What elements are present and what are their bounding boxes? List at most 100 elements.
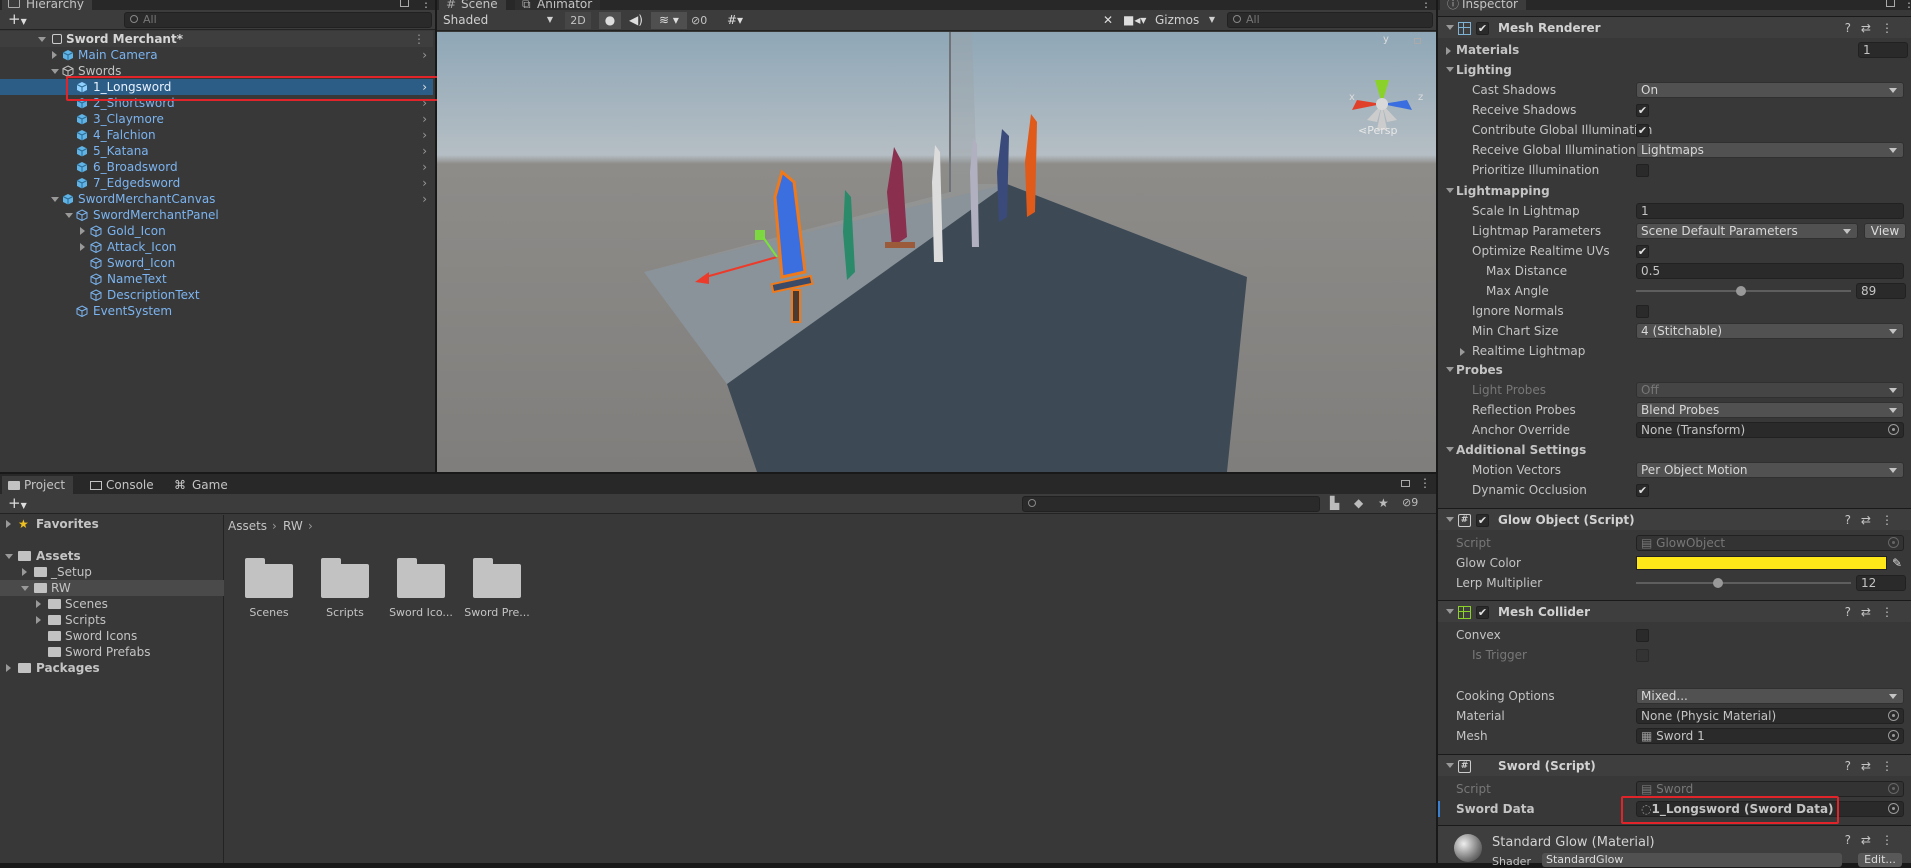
- tools-icon[interactable]: ✕: [1097, 12, 1119, 29]
- expand-arrow-icon[interactable]: [21, 586, 29, 591]
- persp-toggle[interactable]: ⋖Persp: [1358, 124, 1397, 137]
- collapse-arrow-icon[interactable]: [1446, 517, 1454, 522]
- component-header-icons[interactable]: ?⇄⋮: [1845, 17, 1903, 39]
- cooking-options-dropdown[interactable]: Mixed...: [1636, 688, 1904, 704]
- materials-count-field[interactable]: 1: [1858, 42, 1908, 58]
- hierarchy-item-6-broadsword[interactable]: 6_Broadsword ›: [0, 159, 433, 175]
- scale-lightmap-field[interactable]: 1: [1636, 203, 1904, 219]
- panel-menu-icon[interactable]: ⋮: [1419, 477, 1431, 490]
- tree-favorites[interactable]: ★ Favorites: [0, 516, 224, 532]
- prioritize-checkbox[interactable]: [1636, 164, 1649, 177]
- slider-knob[interactable]: [1712, 578, 1723, 588]
- panel-menu-icon[interactable]: ⋮: [420, 0, 432, 10]
- cast-shadows-dropdown[interactable]: On: [1636, 82, 1904, 98]
- tree-scripts[interactable]: Scripts: [0, 612, 224, 628]
- folder-item-sword-prefabs[interactable]: Sword Pre...: [458, 554, 536, 626]
- lerp-field[interactable]: 12: [1856, 575, 1906, 591]
- object-picker-icon[interactable]: [1888, 803, 1899, 814]
- tree-scenes[interactable]: Scenes: [0, 596, 224, 612]
- hierarchy-item-canvas[interactable]: SwordMerchantCanvas ›: [0, 191, 433, 207]
- breadcrumb-assets[interactable]: Assets: [228, 516, 267, 536]
- expand-arrow-icon[interactable]: [1460, 348, 1465, 356]
- expand-arrow-icon[interactable]: [38, 37, 46, 42]
- additional-settings-section[interactable]: Additional Settings: [1438, 440, 1911, 460]
- effects-toggle-icon[interactable]: ≋ ▾: [651, 12, 687, 29]
- search-by-label-icon[interactable]: ◆: [1354, 496, 1363, 510]
- lighting-section[interactable]: Lighting: [1438, 60, 1911, 80]
- search-by-type-icon[interactable]: ▙: [1330, 496, 1339, 510]
- collapse-arrow-icon[interactable]: [1446, 188, 1454, 193]
- component-enabled-checkbox[interactable]: ✔: [1476, 514, 1489, 527]
- collapse-arrow-icon[interactable]: [1446, 67, 1454, 72]
- hierarchy-item-sword-icon[interactable]: Sword_Icon: [0, 255, 433, 271]
- folder-item-scenes[interactable]: Scenes: [230, 554, 308, 626]
- chevron-right-icon[interactable]: ›: [422, 127, 427, 143]
- grid-toggle-icon[interactable]: #▾: [727, 12, 757, 29]
- hierarchy-item-4-falchion[interactable]: 4_Falchion ›: [0, 127, 433, 143]
- materials-row[interactable]: Materials 1: [1438, 40, 1911, 60]
- shader-dropdown[interactable]: StandardGlow: [1542, 853, 1842, 867]
- scene-viewport[interactable]: y x z ⋖Persp: [437, 32, 1436, 472]
- audio-toggle-icon[interactable]: ◀): [625, 12, 647, 29]
- view-button[interactable]: View: [1864, 223, 1906, 239]
- expand-arrow-icon[interactable]: [5, 554, 13, 559]
- mesh-collider-header[interactable]: ✔ Mesh Collider ?⇄⋮: [1438, 600, 1911, 622]
- add-object-button[interactable]: +▼: [8, 11, 27, 30]
- hierarchy-item-eventsystem[interactable]: EventSystem: [0, 303, 433, 319]
- visibility-toggle[interactable]: ⊘0: [691, 12, 725, 29]
- chevron-right-icon[interactable]: ›: [422, 191, 427, 207]
- convex-checkbox[interactable]: [1636, 629, 1649, 642]
- expand-arrow-icon[interactable]: [51, 197, 59, 202]
- max-angle-field[interactable]: 89: [1856, 283, 1906, 299]
- chevron-right-icon[interactable]: ›: [422, 159, 427, 175]
- project-search-input[interactable]: [1022, 496, 1320, 512]
- component-header-icons[interactable]: ?⇄⋮: [1845, 601, 1903, 623]
- collapse-arrow-icon[interactable]: [1446, 25, 1454, 30]
- hidden-packages-toggle[interactable]: ⊘9: [1402, 496, 1418, 509]
- hierarchy-item-attack-icon[interactable]: Attack_Icon: [0, 239, 433, 255]
- component-header-icons[interactable]: ?⇄⋮: [1845, 755, 1903, 777]
- probes-section[interactable]: Probes: [1438, 360, 1911, 380]
- lock-icon[interactable]: [400, 0, 409, 7]
- glow-color-swatch[interactable]: [1636, 556, 1887, 570]
- create-asset-button[interactable]: +▼: [8, 495, 27, 514]
- lightmapping-section[interactable]: Lightmapping: [1438, 181, 1911, 201]
- scene-root-row[interactable]: Sword Merchant* ⋮: [0, 31, 433, 47]
- expand-arrow-icon[interactable]: [80, 243, 85, 251]
- chevron-right-icon[interactable]: ›: [422, 47, 427, 63]
- eyedropper-icon[interactable]: ✎: [1892, 553, 1902, 573]
- receive-shadows-checkbox[interactable]: ✔: [1636, 104, 1649, 117]
- panel-menu-icon[interactable]: ⋮: [1420, 0, 1432, 10]
- hierarchy-item-7-edgedsword[interactable]: 7_Edgedsword ›: [0, 175, 433, 191]
- tab-inspector[interactable]: ⓘ Inspector: [1440, 0, 1526, 11]
- expand-arrow-icon[interactable]: [52, 51, 57, 59]
- component-enabled-checkbox[interactable]: ✔: [1476, 22, 1489, 35]
- reflection-probes-dropdown[interactable]: Blend Probes: [1636, 402, 1904, 418]
- contribute-gi-checkbox[interactable]: ✔: [1636, 124, 1649, 137]
- tab-console[interactable]: Console: [84, 476, 162, 494]
- lock-icon[interactable]: [1886, 0, 1895, 7]
- lightmap-params-dropdown[interactable]: Scene Default Parameters: [1636, 223, 1858, 239]
- receive-gi-dropdown[interactable]: Lightmaps: [1636, 142, 1904, 158]
- expand-arrow-icon[interactable]: [36, 600, 41, 608]
- lock-icon[interactable]: [1414, 38, 1421, 44]
- breadcrumb-rw[interactable]: RW: [283, 516, 303, 536]
- dynamic-occlusion-checkbox[interactable]: ✔: [1636, 484, 1649, 497]
- lock-icon[interactable]: [1401, 480, 1410, 487]
- scene-menu-icon[interactable]: ⋮: [413, 31, 425, 47]
- glow-object-header[interactable]: # ✔ Glow Object (Script) ?⇄⋮: [1438, 508, 1911, 530]
- hierarchy-search-input[interactable]: All: [124, 12, 432, 28]
- max-angle-slider[interactable]: [1636, 286, 1851, 296]
- lighting-toggle-icon[interactable]: ●: [599, 12, 621, 29]
- collapse-arrow-icon[interactable]: [1446, 447, 1454, 452]
- tab-project[interactable]: Project: [2, 476, 74, 494]
- expand-arrow-icon[interactable]: [22, 568, 27, 576]
- tab-game[interactable]: ⌘ Game: [170, 476, 236, 494]
- tree-sword-icons[interactable]: Sword Icons: [0, 628, 224, 644]
- component-header-icons[interactable]: ?⇄⋮: [1845, 509, 1903, 531]
- tab-scene[interactable]: # Scene: [439, 0, 506, 11]
- expand-arrow-icon[interactable]: [6, 520, 11, 528]
- ignore-normals-checkbox[interactable]: [1636, 305, 1649, 318]
- panel-menu-icon[interactable]: ⋮: [1903, 0, 1911, 10]
- max-distance-field[interactable]: 0.5: [1636, 263, 1904, 279]
